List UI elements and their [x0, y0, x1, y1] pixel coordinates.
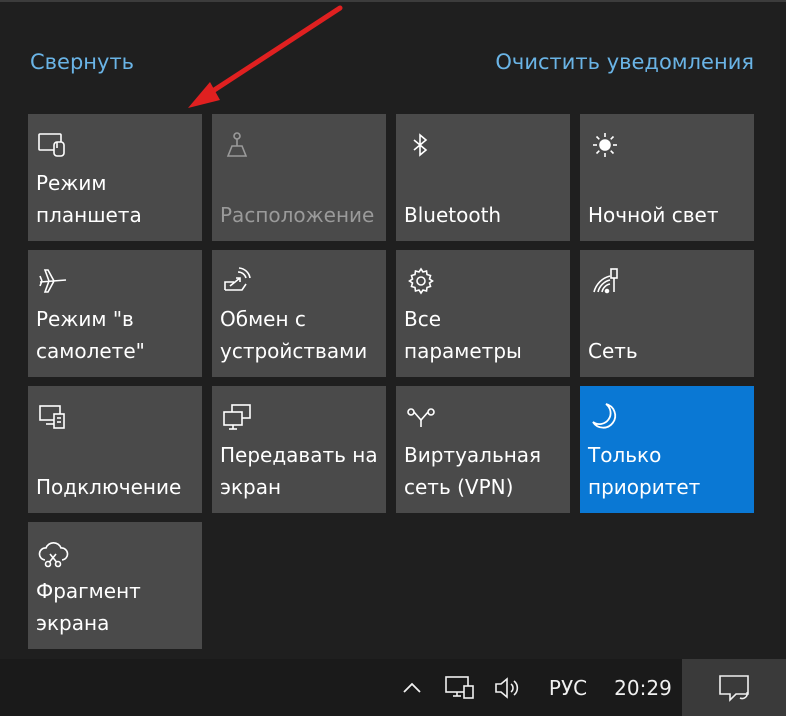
connect-icon — [36, 400, 70, 434]
tile-night-light[interactable]: Ночной свет — [580, 114, 754, 241]
tile-label: Все параметры — [404, 307, 522, 363]
notification-icon — [719, 674, 749, 702]
tile-label: Виртуальная сеть (VPN) — [404, 443, 542, 499]
input-language-indicator[interactable]: РУС — [540, 659, 596, 716]
volume-button[interactable] — [488, 659, 528, 716]
action-center-button[interactable] — [682, 659, 786, 716]
volume-icon — [495, 676, 519, 699]
network-monitor-icon — [445, 675, 474, 699]
tile-label: Режим "в самолете" — [36, 307, 145, 363]
settings-gear-icon — [404, 264, 438, 298]
top-divider — [0, 0, 786, 2]
tile-label: Фрагмент экрана — [36, 579, 141, 635]
collapse-link[interactable]: Свернуть — [30, 50, 134, 74]
tile-label: Bluetooth — [404, 203, 502, 227]
tile-tablet-mode[interactable]: Режим планшета — [28, 114, 202, 241]
tile-label: Расположение — [220, 203, 375, 227]
tile-connect[interactable]: Подключение — [28, 386, 202, 513]
location-icon — [220, 128, 254, 162]
tile-label: Только приоритет — [588, 443, 701, 499]
network-status-button[interactable] — [440, 659, 480, 716]
chevron-up-icon — [403, 682, 421, 693]
night-light-icon — [588, 128, 622, 162]
tile-bluetooth[interactable]: Bluetooth — [396, 114, 570, 241]
tile-project[interactable]: Передавать на экран — [212, 386, 386, 513]
annotation-arrow — [188, 5, 343, 108]
tile-label: Передавать на экран — [220, 443, 378, 499]
taskbar: РУС 20:29 — [0, 659, 786, 716]
tile-vpn[interactable]: Виртуальная сеть (VPN) — [396, 386, 570, 513]
focus-assist-moon-icon — [588, 400, 622, 434]
show-hidden-icons-button[interactable] — [396, 659, 428, 716]
tile-airplane-mode[interactable]: Режим "в самолете" — [28, 250, 202, 377]
tile-label: Обмен с устройствами — [220, 307, 368, 363]
tile-all-settings[interactable]: Все параметры — [396, 250, 570, 377]
clear-notifications-link[interactable]: Очистить уведомления — [495, 50, 754, 74]
clock[interactable]: 20:29 — [608, 659, 678, 716]
nearby-sharing-icon — [220, 264, 254, 298]
airplane-icon — [36, 264, 70, 298]
tile-label: Подключение — [36, 475, 182, 499]
tile-nearby-sharing[interactable]: Обмен с устройствами — [212, 250, 386, 377]
bluetooth-icon — [404, 128, 438, 162]
tile-screen-snip[interactable]: Фрагмент экрана — [28, 522, 202, 649]
tile-focus-assist[interactable]: Только приоритет — [580, 386, 754, 513]
tile-network[interactable]: Сеть — [580, 250, 754, 377]
screen-snip-icon — [36, 536, 70, 570]
tile-location[interactable]: Расположение — [212, 114, 386, 241]
tile-label: Ночной свет — [588, 203, 719, 227]
network-icon — [588, 264, 622, 298]
tablet-mode-icon — [36, 128, 70, 162]
project-icon — [220, 400, 254, 434]
tile-label: Режим планшета — [36, 171, 142, 227]
vpn-icon — [404, 400, 438, 434]
tile-label: Сеть — [588, 339, 638, 363]
